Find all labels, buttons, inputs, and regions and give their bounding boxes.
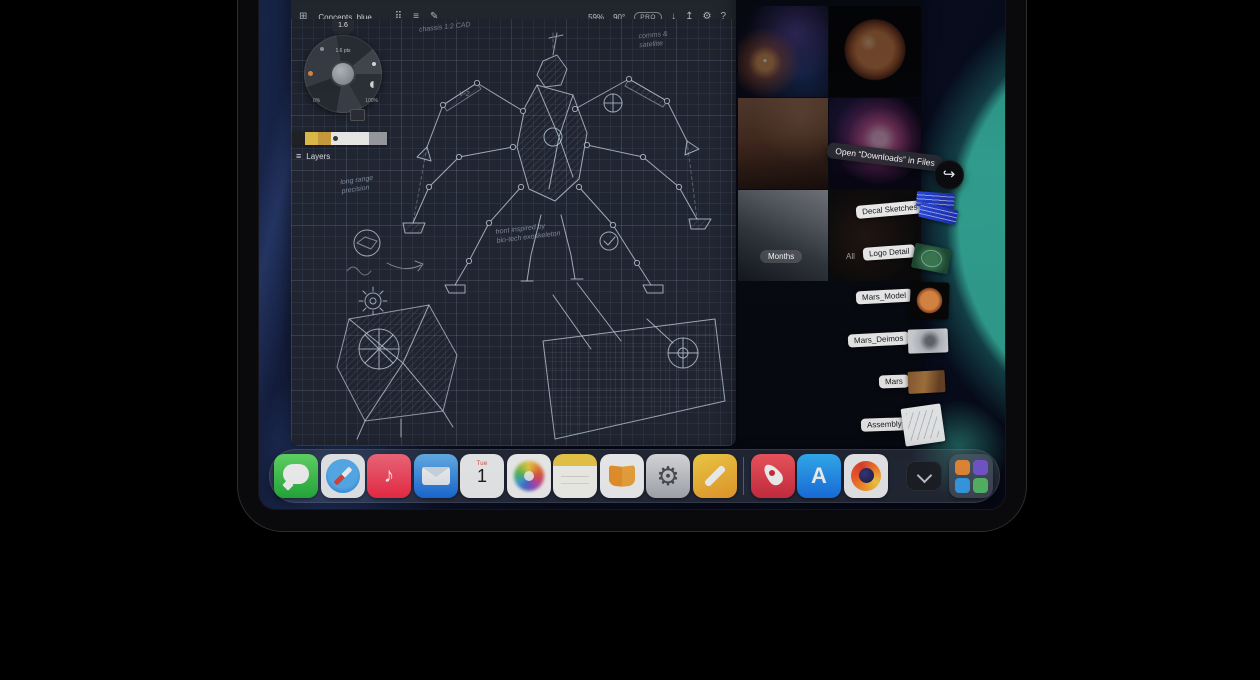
photo-background: ⊞ Concepts_blue… ⠿ ≡ ✎ 59% 90° PRO ↓ ↥ ⚙… <box>0 0 1260 680</box>
notes-app-icon[interactable] <box>553 454 597 498</box>
calendar-app-icon[interactable]: Tue 1 <box>460 454 504 498</box>
photos-app-icon[interactable] <box>507 454 551 498</box>
drag-thumb-mars-deimos[interactable] <box>908 328 949 353</box>
firefox-app-icon[interactable] <box>844 454 888 498</box>
mini-app-tile <box>973 478 988 493</box>
ipad-device: ⊞ Concepts_blue… ⠿ ≡ ✎ 59% 90° PRO ↓ ↥ ⚙… <box>237 0 1027 532</box>
drag-thumb-mars[interactable] <box>907 370 945 394</box>
messages-app-icon[interactable] <box>274 454 318 498</box>
mini-app-tile <box>955 478 970 493</box>
gear-icon: ⚙ <box>656 461 679 491</box>
share-forward-icon: ↪ <box>943 166 956 183</box>
rocket-app-icon[interactable] <box>751 454 795 498</box>
mail-app-icon[interactable] <box>414 454 458 498</box>
dock-collapse-chevron-button[interactable] <box>906 461 942 491</box>
drag-item-label[interactable]: Logo Detail <box>863 244 916 261</box>
dock-separator <box>743 457 744 495</box>
drag-thumb-logo-detail[interactable] <box>911 243 952 275</box>
drag-item-label[interactable]: Mars_Model <box>856 289 913 305</box>
appstore-app-icon[interactable]: A <box>797 454 841 498</box>
calendar-day: 1 <box>477 467 487 486</box>
drag-item-label[interactable]: Mars_Deimos <box>848 331 910 347</box>
dock: ♪ Tue 1 ⚙ A <box>269 449 1000 503</box>
appstore-letter: A <box>811 463 827 488</box>
drag-thumb-assembly[interactable] <box>901 403 946 446</box>
safari-app-icon[interactable] <box>321 454 365 498</box>
music-note-icon: ♪ <box>384 464 395 487</box>
drag-stack: Open “Downloads” in Files ↪ Decal Sketch… <box>259 0 1005 509</box>
sketch-pencil-app-icon[interactable] <box>693 454 737 498</box>
drag-thumb-decal-sketches[interactable] <box>913 190 963 229</box>
mini-app-tile <box>955 460 970 475</box>
drag-item-label[interactable]: Assembly <box>861 417 908 432</box>
music-app-icon[interactable]: ♪ <box>367 454 411 498</box>
mini-app-tile <box>973 460 988 475</box>
drop-hint-tooltip: Open “Downloads” in Files <box>826 142 943 172</box>
app-library-icon[interactable] <box>949 454 993 498</box>
books-app-icon[interactable] <box>600 454 644 498</box>
drag-item-label[interactable]: Mars <box>879 374 909 388</box>
share-forward-badge[interactable]: ↪ <box>934 160 964 190</box>
drag-thumb-mars-model[interactable] <box>909 281 949 319</box>
settings-app-icon[interactable]: ⚙ <box>646 454 690 498</box>
ipad-screen: ⊞ Concepts_blue… ⠿ ≡ ✎ 59% 90° PRO ↓ ↥ ⚙… <box>259 0 1005 509</box>
